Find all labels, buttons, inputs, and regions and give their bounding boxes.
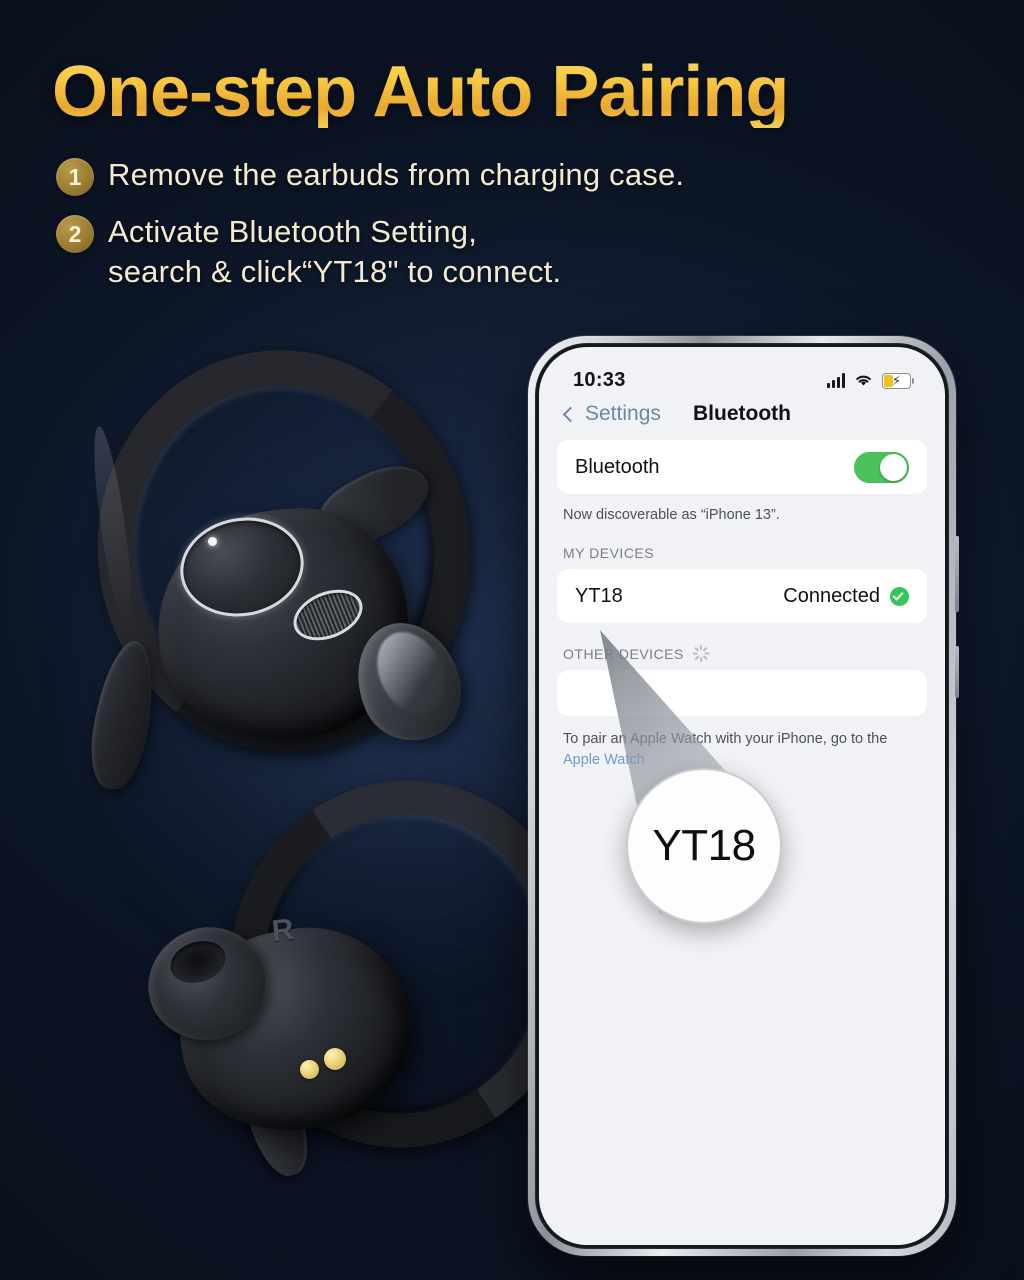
chevron-left-icon	[562, 406, 579, 422]
earbud-led-indicator	[208, 537, 217, 546]
magnifier-callout: YT18	[626, 768, 782, 924]
page-title: One-step Auto Pairing	[52, 56, 912, 128]
discoverable-note: Now discoverable as “iPhone 13”.	[563, 507, 780, 523]
my-devices-label: MY DEVICES	[563, 545, 655, 561]
toggle-knob	[880, 453, 907, 481]
step-line-1: Activate Bluetooth Setting,	[108, 214, 478, 249]
my-devices-card: YT18 Connected	[557, 569, 927, 623]
other-devices-header: OTHER DEVICES	[557, 623, 927, 670]
other-devices-label: OTHER DEVICES	[563, 645, 684, 662]
my-devices-header: MY DEVICES	[557, 523, 927, 569]
step-item: 2 Activate Bluetooth Setting, search & c…	[56, 212, 936, 291]
step-number-badge: 2	[56, 215, 94, 253]
earbud-right-image: R	[133, 747, 613, 1200]
wifi-icon	[856, 375, 871, 386]
step-line-1: Remove the earbuds from charging case.	[108, 157, 685, 192]
status-clock: 10:33	[573, 369, 626, 391]
cellular-signal-icon	[827, 373, 845, 388]
step-line-2: search & click“YT18" to connect.	[108, 253, 562, 289]
nav-bar: Settings Bluetooth	[539, 398, 945, 440]
step-item: 1 Remove the earbuds from charging case.	[56, 155, 936, 196]
apple-watch-footnote: To pair an Apple Watch with your iPhone,…	[557, 716, 927, 771]
magnifier-label: YT18	[652, 821, 756, 870]
step-number-badge: 1	[56, 158, 94, 196]
other-devices-card	[557, 670, 927, 716]
earbud-left-image	[71, 326, 500, 810]
step-text: Remove the earbuds from charging case.	[108, 155, 684, 195]
settings-list: Bluetooth Now discoverable as “iPhone 13…	[539, 440, 945, 771]
back-to-settings-button[interactable]: Settings	[562, 402, 661, 426]
bluetooth-toggle[interactable]	[854, 451, 909, 483]
charging-contact-pin	[300, 1060, 319, 1079]
steps-list: 1 Remove the earbuds from charging case.…	[56, 155, 936, 307]
bluetooth-toggle-card: Bluetooth	[557, 440, 927, 494]
bluetooth-label: Bluetooth	[575, 455, 660, 478]
volume-button[interactable]	[955, 536, 959, 612]
bluetooth-toggle-row[interactable]: Bluetooth	[575, 440, 909, 494]
activity-spinner-icon	[692, 645, 710, 662]
device-status-text: Connected	[783, 584, 880, 607]
promo-stage: One-step Auto Pairing 1 Remove the earbu…	[0, 0, 1024, 1280]
charging-contact-pin	[324, 1048, 346, 1070]
earbud-right-marking: R	[270, 912, 296, 949]
status-icons: ⚡	[827, 372, 914, 389]
device-status: Connected	[783, 585, 909, 608]
battery-charging-icon: ⚡	[882, 372, 914, 389]
footnote-text: To pair an Apple Watch with your iPhone,…	[563, 731, 888, 747]
device-row-yt18[interactable]: YT18 Connected	[575, 569, 909, 623]
back-label: Settings	[585, 402, 661, 425]
step-text: Activate Bluetooth Setting, search & cli…	[108, 212, 561, 291]
battery-bolt-icon: ⚡	[891, 372, 902, 388]
apple-watch-link[interactable]: Apple Watch	[563, 752, 645, 768]
device-name: YT18	[575, 584, 623, 607]
status-bar: 10:33 ⚡	[539, 347, 945, 398]
check-circle-icon	[890, 586, 909, 606]
power-button[interactable]	[955, 646, 959, 698]
